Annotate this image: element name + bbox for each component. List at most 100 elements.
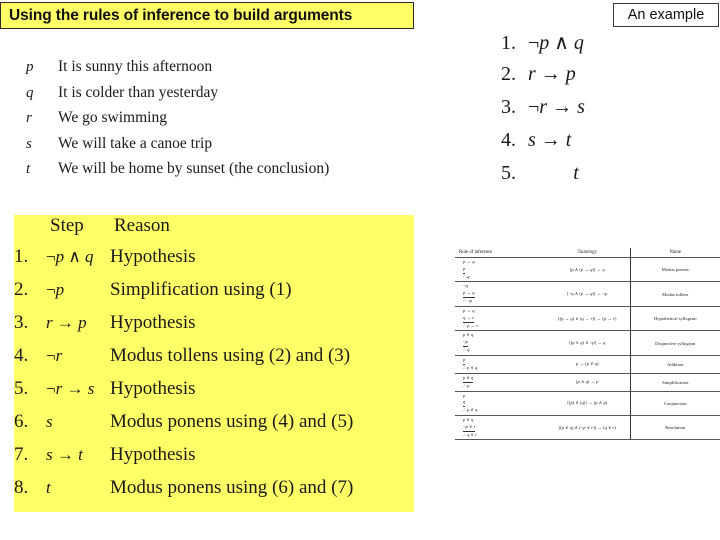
proof-step-reason: Hypothesis <box>110 312 196 333</box>
rule-of-inference-cell: p ∨ q ¬p ∨ r ∴ q ∨ r <box>455 414 545 441</box>
rule-name-cell: Conjunction <box>629 390 720 416</box>
rules-table-row: p ∧ q ∴ p (p ∧ q) → p Simplification <box>455 372 720 392</box>
proposition-row: t We will be home by sunset (the conclusi… <box>14 160 414 186</box>
proof-step-number: 4. <box>14 345 29 366</box>
proof-step-number: 5. <box>14 378 29 399</box>
tautology-cell: (p ∧ q) → p <box>545 372 630 392</box>
rule-name-cell: Modus ponens <box>629 256 720 283</box>
proof-step-number: 2. <box>14 279 29 300</box>
proof-table-row: 4. ¬r Modus tollens using (2) and (3) <box>14 345 444 378</box>
proposition-row: q It is colder than yesterday <box>14 84 414 110</box>
premise-expression: r → p <box>528 63 576 85</box>
proposition-text: We will take a canoe trip <box>58 134 213 152</box>
proof-step-number: 8. <box>14 477 29 498</box>
proof-step-reason: Hypothesis <box>110 444 196 465</box>
rules-table-header-row: Rule of inference Tautology Name <box>455 248 720 258</box>
rule-of-inference-cell: p ∧ q ∴ p <box>455 372 545 392</box>
proof-step-number: 3. <box>14 312 29 333</box>
rule-name-cell: Hypothetical syllogism <box>629 305 720 332</box>
proof-table-row: 2. ¬p Simplification using (1) <box>14 279 444 312</box>
proof-step-reason: Simplification using (1) <box>110 279 292 300</box>
proposition-row: r We go swimming <box>14 109 414 135</box>
proof-step-expression: ¬r <box>46 346 63 365</box>
proof-table-row: 8. t Modus ponens using (6) and (7) <box>14 477 444 510</box>
proof-table-highlight-box: Step Reason 1. ¬p ∧ q Hypothesis 2. ¬p Simpli… <box>14 215 414 512</box>
premise-number: 2. <box>501 63 516 85</box>
premise-expression: ¬p ∧ q <box>528 32 584 54</box>
premise-expression: ¬r → s <box>528 96 585 118</box>
proof-step-reason: Modus ponens using (4) and (5) <box>110 411 354 432</box>
premise-number: 1. <box>501 32 516 54</box>
tautology-cell: [(p) ∧ (q)] → (p ∧ q) <box>545 390 630 416</box>
proposition-text: It is colder than yesterday <box>58 83 219 101</box>
premise-row: 4. s → t <box>470 129 650 162</box>
premise-row: 5. t <box>470 162 650 195</box>
proof-header-reason: Reason <box>114 215 170 236</box>
proof-step-number: 7. <box>14 444 29 465</box>
tautology-cell: [p ∧ (p → q)] → q <box>545 256 630 283</box>
rule-of-inference-cell: p ∨ q ¬p ∴ q <box>455 330 545 356</box>
proof-step-expression: ¬p <box>46 280 65 299</box>
proposition-row: p It is sunny this afternoon <box>14 58 414 84</box>
premise-number: 3. <box>501 96 516 118</box>
proof-step-reason: Modus ponens using (6) and (7) <box>110 477 354 498</box>
proof-step-expression: t <box>46 478 51 497</box>
example-callout-label: An example <box>627 7 705 23</box>
rules-table-row: p → q p ∴ q [p ∧ (p → q)] → q Modus ponens <box>455 256 720 283</box>
proposition-symbol: t <box>26 161 31 177</box>
tautology-cell: p → (p ∨ q) <box>545 354 630 374</box>
premise-expression: t <box>573 162 579 184</box>
proof-table-row: 1. ¬p ∧ q Hypothesis <box>14 246 444 279</box>
proof-step-expression: ¬p ∧ q <box>46 247 94 266</box>
rule-name-cell: Resolution <box>629 414 720 441</box>
rules-of-inference-table: Rule of inference Tautology Name p → q p ∴… <box>455 248 720 441</box>
proof-table-row: 5. ¬r → s Hypothesis <box>14 378 444 411</box>
proof-step-expression: r → p <box>46 313 87 332</box>
slide-canvas: Using the rules of inference to build ar… <box>0 0 720 540</box>
rules-table-row: p ∨ q ¬p ∨ r ∴ q ∨ r [(p ∨ q) ∧ (¬p ∨ r)] →… <box>455 414 720 441</box>
rules-header-tautology: Tautology <box>545 248 630 258</box>
rule-of-inference-cell: p → qq → r ∴ p → r <box>455 305 545 332</box>
proof-table-row: 3. r → p Hypothesis <box>14 312 444 345</box>
premises-list: 1. ¬p ∧ q 2. r → p 3. ¬r → s 4. s → t 5. t <box>470 30 650 195</box>
proof-step-expression: ¬r → s <box>46 379 95 398</box>
proof-table-header-row: Step Reason <box>14 215 444 246</box>
proof-header-step: Step <box>50 215 84 236</box>
tautology-cell: [(p ∨ q) ∧ ¬p] → q <box>545 330 630 356</box>
proposition-symbol: p <box>26 59 34 75</box>
proof-step-expression: s <box>46 412 53 431</box>
proof-table-row: 6. s Modus ponens using (4) and (5) <box>14 411 444 444</box>
rule-of-inference-cell: p → q p ∴ q <box>455 256 545 283</box>
rules-table-row: p ∴ p ∨ qp → (p ∨ q) Addition <box>455 354 720 374</box>
slide-title-banner: Using the rules of inference to build ar… <box>0 2 414 29</box>
proposition-text: We will be home by sunset (the conclusio… <box>58 160 330 177</box>
proposition-symbol: s <box>26 135 32 152</box>
rule-name-cell: Modus tollens <box>629 281 720 307</box>
proposition-legend: p It is sunny this afternoon q It is colder… <box>14 58 414 186</box>
premise-expression: s → t <box>528 129 572 151</box>
rules-header-name: Name <box>629 248 720 258</box>
premise-row: 3. ¬r → s <box>470 96 650 129</box>
rule-of-inference-cell: p q ∴ p ∧ q <box>455 390 545 416</box>
rules-table-row: p ∨ q ¬p ∴ q [(p ∨ q) ∧ ¬p] → q Disjunctive … <box>455 330 720 356</box>
proof-step-number: 6. <box>14 411 29 432</box>
premise-row: 2. r → p <box>470 63 650 96</box>
rule-of-inference-cell: p ∴ p ∨ q <box>455 354 545 374</box>
proposition-text: It is sunny this afternoon <box>58 58 213 75</box>
example-callout-box: An example <box>613 3 719 27</box>
tautology-cell: [¬q ∧ (p → q)] → ¬p <box>545 281 630 307</box>
rules-header-rule: Rule of inference <box>455 248 545 258</box>
proposition-symbol: r <box>26 110 32 126</box>
proposition-text: We go swimming <box>58 109 167 126</box>
proof-step-reason: Modus tollens using (2) and (3) <box>110 345 351 366</box>
rules-table-row: ¬q p → q ∴ ¬p [¬q ∧ (p → q)] → ¬p Modus toll… <box>455 281 720 307</box>
tautology-cell: [(p → q) ∧ (q → r)] → (p → r) <box>545 305 630 332</box>
premise-row: 1. ¬p ∧ q <box>470 30 650 63</box>
rule-of-inference-cell: ¬q p → q ∴ ¬p <box>455 281 545 307</box>
proposition-symbol: q <box>26 84 34 101</box>
premise-number: 5. <box>501 162 516 184</box>
proof-step-expression: s → t <box>46 445 83 464</box>
rules-table-row: p → qq → r ∴ p → r [(p → q) ∧ (q → r)] → (… <box>455 305 720 332</box>
proof-table-row: 7. s → t Hypothesis <box>14 444 444 477</box>
proposition-row: s We will take a canoe trip <box>14 135 414 161</box>
